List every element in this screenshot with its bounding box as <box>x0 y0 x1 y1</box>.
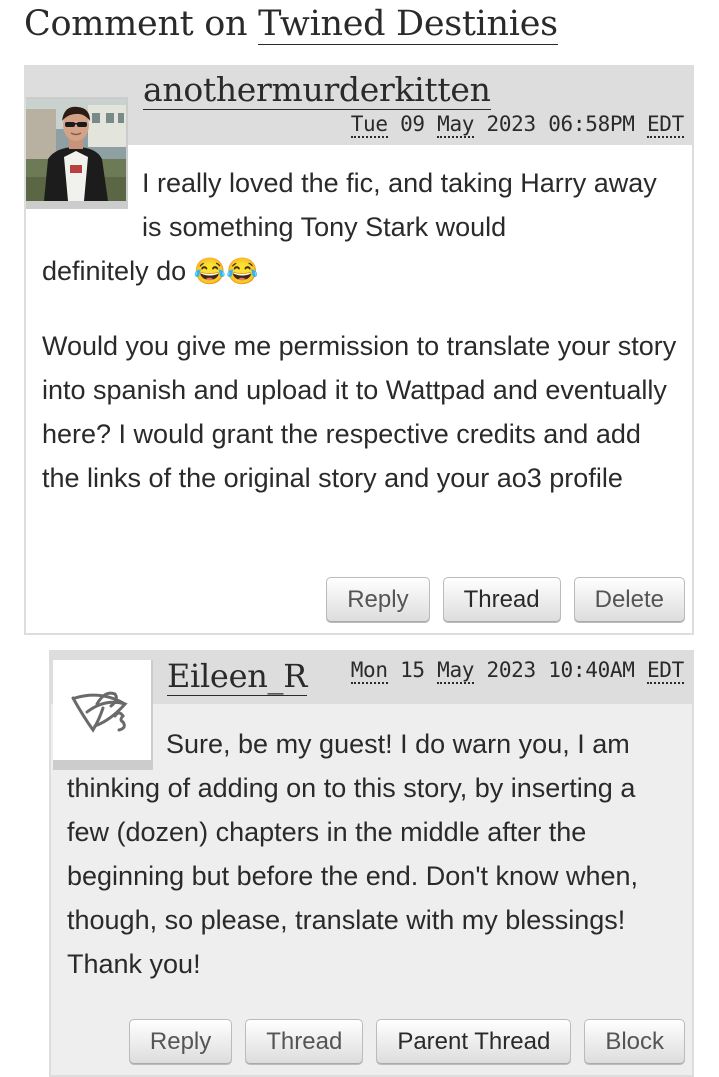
date-timezone: EDT <box>646 112 684 138</box>
comment-body: I really loved the fic, and taking Harry… <box>42 161 682 500</box>
comment-body: Sure, be my guest! I do warn you, I am t… <box>67 722 682 986</box>
date-year: 2023 <box>486 658 537 682</box>
page-title-prefix: Comment on <box>24 4 259 44</box>
comment: anothermurderkitten Tue 09 May 2023 06:5… <box>24 65 694 635</box>
comment-paragraph: I really loved the fic, and taking Harry… <box>42 161 682 293</box>
thread-button[interactable]: Thread <box>245 1019 364 1065</box>
comment-paragraph-lead: I really loved the fic, and taking Harry… <box>142 168 657 242</box>
date-day: 15 <box>400 658 425 682</box>
laughing-emoji-icon: 😂😂 <box>193 256 259 286</box>
date-month: May <box>437 112 475 138</box>
date-time: 06:58PM <box>548 112 635 136</box>
block-button[interactable]: Block <box>584 1019 685 1065</box>
date-time: 10:40AM <box>548 658 635 682</box>
reply-button[interactable]: Reply <box>326 577 430 623</box>
comment-paragraph: Would you give me permission to translat… <box>42 331 677 493</box>
comment-datetime: Tue 09 May 2023 06:58PM EDT <box>350 112 684 138</box>
delete-button[interactable]: Delete <box>573 577 685 623</box>
comment-actions: Reply Thread Parent Thread Block <box>128 1019 685 1065</box>
comment-actions: Reply Thread Delete <box>326 577 685 623</box>
comment-paragraph: Sure, be my guest! I do warn you, I am t… <box>67 722 682 986</box>
date-weekday: Tue <box>350 112 388 138</box>
comment-reply: Eileen_R Mon 15 May 2023 10:40AM EDT Sur… <box>49 650 694 1077</box>
date-weekday: Mon <box>350 658 388 684</box>
comment-paragraph-tail: definitely do <box>42 256 187 286</box>
date-year: 2023 <box>486 112 537 136</box>
date-timezone: EDT <box>646 658 684 684</box>
date-month: May <box>437 658 475 684</box>
comment-author-link[interactable]: Eileen_R <box>167 658 307 696</box>
thread-button[interactable]: Thread <box>442 577 561 623</box>
comment-paragraph-text: Sure, be my guest! I do warn you, I am t… <box>67 729 639 979</box>
page-title: Comment on Twined Destinies <box>24 4 558 45</box>
comment-paragraph-tail-line: definitely do 😂😂 <box>42 249 682 293</box>
comment-datetime: Mon 15 May 2023 10:40AM EDT <box>350 658 684 684</box>
work-title-link[interactable]: Twined Destinies <box>258 4 558 45</box>
date-day: 09 <box>400 112 425 136</box>
parent-thread-button[interactable]: Parent Thread <box>376 1019 572 1065</box>
reply-button[interactable]: Reply <box>128 1019 233 1065</box>
comment-author-link[interactable]: anothermurderkitten <box>143 71 491 110</box>
